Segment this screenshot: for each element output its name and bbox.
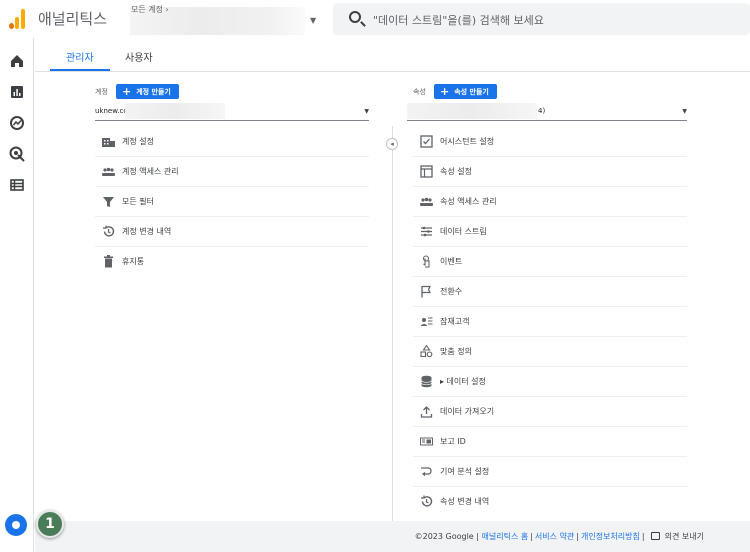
plus-icon: + [440, 85, 450, 98]
step-badge: 1 [36, 510, 64, 538]
search-input[interactable]: "데이터 스트림"을(를) 검색해 보세요 [333, 3, 750, 35]
tab-admin[interactable]: 관리자 [66, 49, 94, 64]
search-icon [349, 11, 361, 23]
assistant-settings-item[interactable]: 어시스턴트 설정 [413, 127, 687, 157]
caret-down-icon: ▼ [364, 108, 369, 115]
account-history-item[interactable]: 계정 변경 내역 [95, 217, 369, 247]
property-settings-item[interactable]: 속성 설정 [413, 157, 687, 187]
account-access-item[interactable]: 계정 액세스 관리 [95, 157, 369, 187]
all-filters-item[interactable]: 모든 필터 [95, 187, 369, 217]
create-property-button[interactable]: + 속성 만들기 [434, 84, 497, 99]
property-history-item[interactable]: 속성 변경 내역 [413, 487, 687, 517]
conversions-item[interactable]: 전환수 [413, 277, 687, 307]
id-icon [420, 437, 433, 446]
top-bar: 애널리틱스 모든 계정 › ▼ "데이터 스트림"을(를) 검색해 보세요 [0, 0, 750, 38]
terms-of-service-link[interactable]: 서비스 약관 [535, 532, 574, 541]
account-picker[interactable]: 모든 계정 › ▼ [120, 2, 320, 36]
people-icon [420, 197, 433, 206]
send-feedback-link[interactable]: 의견 보내기 [665, 532, 704, 541]
stream-icon [421, 226, 432, 237]
account-selector-value: uknew.cc [95, 107, 128, 115]
history-icon [421, 495, 433, 507]
upload-icon [420, 406, 433, 418]
account-settings-item[interactable]: 계정 설정 [95, 127, 369, 157]
left-nav [0, 38, 34, 552]
caret-down-icon: ▼ [310, 16, 317, 25]
attribution-icon [421, 467, 432, 476]
create-account-button[interactable]: + 계정 만들기 [116, 84, 179, 99]
copyright-text: ©2023 Google | [414, 532, 479, 541]
property-selector[interactable]: 4) ▼ [407, 103, 687, 121]
data-streams-item[interactable]: 데이터 스트림 [413, 217, 687, 247]
checkbox-icon [420, 135, 433, 148]
admin-tabs: 관리자 사용자 [35, 38, 750, 72]
search-placeholder: "데이터 스트림"을(를) 검색해 보세요 [373, 14, 544, 27]
account-value-redacted [125, 103, 225, 119]
property-value-redacted [407, 103, 537, 119]
attribution-settings-item[interactable]: 기여 분석 설정 [413, 457, 687, 487]
configure-icon[interactable] [9, 177, 25, 193]
trash-item[interactable]: 휴지통 [95, 247, 369, 277]
trash-icon [104, 255, 113, 268]
events-item[interactable]: 이벤트 [413, 247, 687, 277]
footer: ©2023 Google | 애널리틱스 홈 | 서비스 약관 | 개인정보처리방침 | … [35, 521, 750, 552]
filter-icon [103, 197, 114, 207]
plus-icon: + [122, 85, 132, 98]
shapes-icon [420, 345, 433, 358]
property-settings-icon [420, 165, 433, 178]
touch-icon [422, 255, 430, 268]
admin-settings-icon[interactable] [5, 514, 27, 536]
history-icon [103, 225, 115, 237]
account-column-label: 계정 [95, 88, 108, 96]
caret-down-icon: ▼ [682, 108, 687, 115]
account-settings-icon [102, 138, 115, 147]
property-column-label: 속성 [413, 88, 426, 96]
app-title: 애널리틱스 [38, 10, 108, 28]
reporting-id-item[interactable]: 보고 ID [413, 427, 687, 457]
analytics-home-link[interactable]: 애널리틱스 홈 [482, 532, 529, 541]
explore-icon[interactable] [9, 115, 25, 131]
feedback-icon[interactable] [651, 532, 661, 540]
property-access-item[interactable]: 속성 액세스 관리 [413, 187, 687, 217]
people-icon [102, 167, 115, 176]
advertising-icon[interactable] [9, 146, 25, 162]
flag-icon [421, 285, 431, 298]
data-settings-item[interactable]: ▸ 데이터 설정 [413, 367, 687, 397]
account-picker-label: 모든 계정 › [131, 5, 169, 14]
tab-user[interactable]: 사용자 [125, 49, 153, 64]
custom-definitions-item[interactable]: 맞춤 정의 [413, 337, 687, 367]
audience-icon [420, 317, 433, 326]
column-divider [392, 126, 393, 521]
active-tab-indicator [50, 69, 110, 71]
property-selector-value: 4) [538, 107, 546, 115]
database-icon [421, 375, 432, 388]
data-import-item[interactable]: 데이터 가져오기 [413, 397, 687, 427]
account-selector[interactable]: uknew.cc ▼ [95, 103, 369, 121]
analytics-logo-icon[interactable] [9, 9, 27, 29]
reports-icon[interactable] [9, 84, 25, 100]
collapse-arrow-icon[interactable]: ◂ [386, 138, 398, 150]
privacy-policy-link[interactable]: 개인정보처리방침 [581, 532, 640, 541]
home-icon[interactable] [9, 53, 25, 69]
audiences-item[interactable]: 잠재고객 [413, 307, 687, 337]
